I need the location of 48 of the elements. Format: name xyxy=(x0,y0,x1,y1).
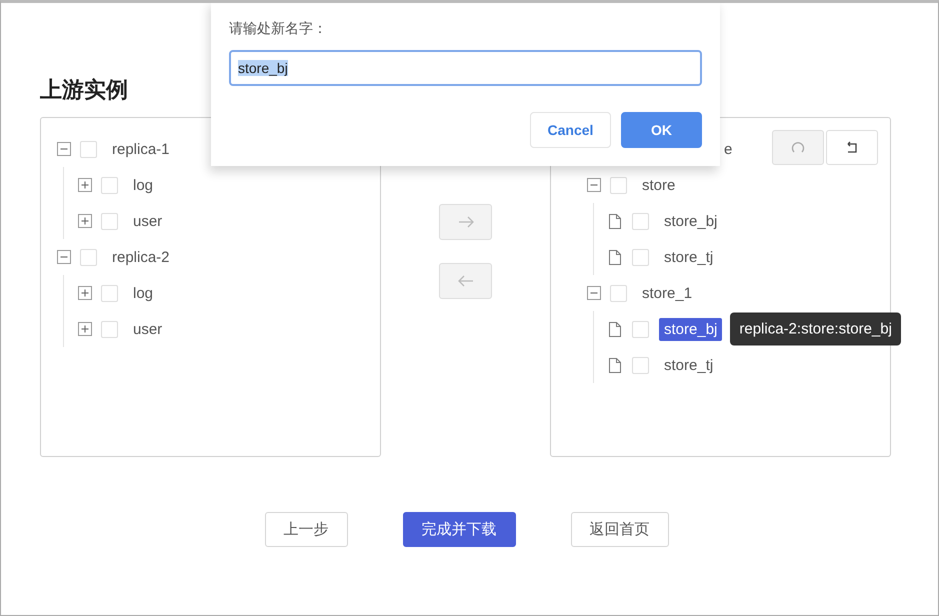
tree-label[interactable]: replica-2 xyxy=(107,246,175,268)
checkbox[interactable] xyxy=(101,212,118,230)
tree-label[interactable]: store_1 xyxy=(637,282,698,304)
prompt-label: 请输处新名字： xyxy=(229,20,327,38)
tooltip: replica-2:store:store_bj xyxy=(730,312,901,346)
checkbox[interactable] xyxy=(101,320,118,338)
section-title: 上游实例 xyxy=(40,76,128,104)
arrow-left-icon xyxy=(458,275,474,287)
cancel-button[interactable]: Cancel xyxy=(530,112,611,148)
tree-label[interactable]: log xyxy=(128,282,158,304)
checkbox[interactable] xyxy=(101,284,118,302)
expand-icon[interactable] xyxy=(78,286,92,300)
expand-icon[interactable] xyxy=(78,214,92,228)
collapse-icon[interactable] xyxy=(57,250,71,264)
collapse-icon[interactable] xyxy=(587,178,601,192)
tree-label[interactable]: store_bj xyxy=(659,210,722,232)
checkbox[interactable] xyxy=(101,176,118,194)
checkbox[interactable] xyxy=(632,248,649,266)
checkbox[interactable] xyxy=(632,356,649,374)
primary-button[interactable]: 完成并下载 xyxy=(402,512,516,547)
checkbox[interactable] xyxy=(610,284,627,302)
tree-label[interactable]: store_tj xyxy=(659,354,718,376)
tree-label[interactable]: log xyxy=(128,174,158,196)
checkbox[interactable] xyxy=(610,176,627,194)
checkbox[interactable] xyxy=(80,140,97,158)
tree-label[interactable]: user xyxy=(128,318,168,340)
input-field[interactable]: store_bj xyxy=(229,50,702,86)
file-icon xyxy=(609,322,621,336)
expand-icon[interactable] xyxy=(78,322,92,336)
collapse-icon[interactable] xyxy=(57,142,71,156)
tree-label[interactable]: store xyxy=(637,174,680,196)
secondary-button[interactable]: 上一步 xyxy=(264,512,348,547)
file-icon xyxy=(609,250,621,264)
checkbox[interactable] xyxy=(632,212,649,230)
secondary-button[interactable]: 返回首页 xyxy=(570,512,668,547)
tree-label[interactable]: store_tj xyxy=(659,246,718,268)
tree-label[interactable]: e xyxy=(724,138,738,160)
file-icon xyxy=(609,358,621,372)
tree-label[interactable]: replica-1 xyxy=(107,138,175,160)
expand-icon[interactable] xyxy=(78,178,92,192)
checkbox[interactable] xyxy=(80,248,97,266)
undo-button[interactable] xyxy=(826,130,878,165)
arrow-right-icon xyxy=(458,216,474,228)
checkbox[interactable] xyxy=(632,320,649,338)
file-icon xyxy=(609,214,621,228)
tree-label[interactable]: user xyxy=(128,210,168,232)
tree-label[interactable]: store_bj xyxy=(659,318,722,340)
collapse-icon[interactable] xyxy=(587,286,601,300)
